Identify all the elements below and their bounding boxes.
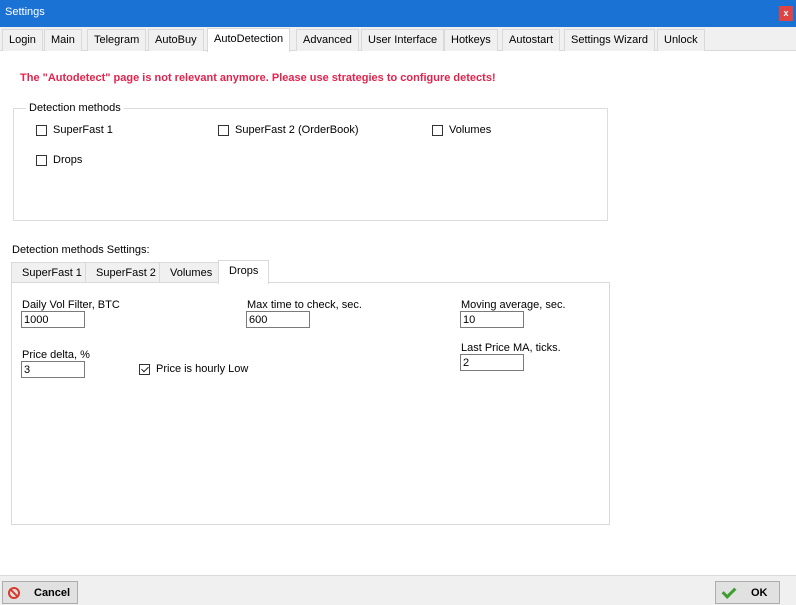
tab-autostart[interactable]: Autostart: [502, 29, 561, 51]
detection-methods-legend: Detection methods: [26, 102, 124, 114]
footer-bar: Cancel OK: [0, 575, 796, 605]
deprecation-warning: The "Autodetect" page is not relevant an…: [20, 72, 496, 84]
subtab-drops[interactable]: Drops: [218, 260, 270, 284]
window-title: Settings: [5, 6, 45, 18]
tab-user-interface[interactable]: User Interface: [361, 29, 445, 51]
tab-login[interactable]: Login: [2, 29, 43, 51]
price-is-hourly-low-label: Price is hourly Low: [156, 363, 249, 375]
price-delta-input[interactable]: [21, 361, 85, 378]
moving-average-input[interactable]: [460, 311, 524, 328]
cancel-icon: [8, 586, 20, 599]
moving-average-label: Moving average, sec.: [461, 299, 566, 311]
tab-unlock[interactable]: Unlock: [657, 29, 705, 51]
price-is-hourly-low-checkbox[interactable]: Price is hourly Low: [139, 363, 248, 375]
daily-vol-filter-label: Daily Vol Filter, BTC: [22, 299, 120, 311]
price-delta-label: Price delta, %: [22, 349, 90, 361]
subtab-superfast2[interactable]: SuperFast 2: [85, 262, 167, 283]
volumes-checkbox[interactable]: Volumes: [432, 124, 491, 136]
superfast2-checkbox[interactable]: SuperFast 2 (OrderBook): [218, 124, 359, 136]
ok-button-label: OK: [751, 586, 768, 599]
price-is-hourly-low-checkbox-box[interactable]: [139, 363, 150, 375]
drops-checkbox-box[interactable]: [36, 154, 47, 166]
drops-checkbox[interactable]: Drops: [36, 154, 82, 166]
ok-button[interactable]: OK: [715, 581, 780, 604]
tab-main[interactable]: Main: [44, 29, 82, 51]
volumes-label: Volumes: [449, 124, 492, 136]
tab-telegram[interactable]: Telegram: [87, 29, 147, 51]
tab-advanced[interactable]: Advanced: [296, 29, 359, 51]
drops-label: Drops: [53, 154, 83, 166]
superfast2-label: SuperFast 2 (OrderBook): [235, 124, 359, 136]
drops-settings-panel: Daily Vol Filter, BTC Max time to check,…: [11, 282, 610, 525]
detection-settings-label: Detection methods Settings:: [12, 244, 150, 256]
title-bar: Settings x: [0, 0, 796, 27]
checkmark-icon: [721, 587, 735, 599]
superfast1-checkbox-box[interactable]: [36, 124, 47, 136]
subtab-volumes[interactable]: Volumes: [159, 262, 224, 283]
superfast1-checkbox[interactable]: SuperFast 1: [36, 124, 113, 136]
max-time-to-check-label: Max time to check, sec.: [247, 299, 362, 311]
close-button[interactable]: x: [779, 6, 793, 21]
max-time-to-check-input[interactable]: [246, 311, 310, 328]
tab-settings-wizard[interactable]: Settings Wizard: [564, 29, 656, 51]
tab-autodetection[interactable]: AutoDetection: [207, 28, 291, 52]
cancel-button-label: Cancel: [34, 586, 71, 599]
volumes-checkbox-box[interactable]: [432, 124, 443, 136]
superfast2-checkbox-box[interactable]: [218, 124, 229, 136]
superfast1-label: SuperFast 1: [53, 124, 113, 136]
detection-methods-group: Detection methods SuperFast 1 SuperFast …: [13, 102, 608, 221]
last-price-ma-label: Last Price MA, ticks.: [461, 342, 561, 354]
last-price-ma-input[interactable]: [460, 354, 524, 371]
tab-hotkeys[interactable]: Hotkeys: [444, 29, 498, 51]
tab-autobuy[interactable]: AutoBuy: [148, 29, 204, 51]
daily-vol-filter-input[interactable]: [21, 311, 85, 328]
main-tab-strip: Login Main Telegram AutoBuy AutoDetectio…: [0, 27, 796, 52]
cancel-button[interactable]: Cancel: [2, 581, 78, 604]
subtab-superfast1[interactable]: SuperFast 1: [11, 262, 93, 283]
